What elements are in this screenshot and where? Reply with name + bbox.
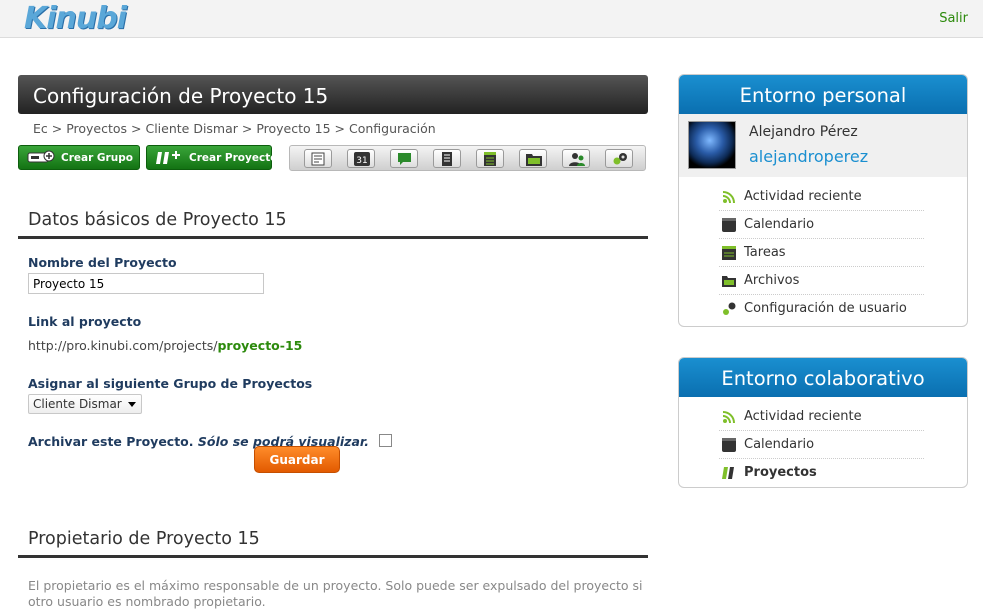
breadcrumb[interactable]: Ec > Proyectos > Cliente Dismar > Proyec… — [33, 121, 648, 141]
folder-icon — [722, 276, 736, 287]
avatar[interactable] — [688, 121, 736, 169]
collab-item-label: Proyectos — [744, 465, 817, 480]
calendar-icon — [722, 218, 736, 232]
project-name-input[interactable]: Proyecto 15 — [28, 273, 264, 294]
messages-icon[interactable] — [390, 149, 418, 168]
archive-label: Archivar este Proyecto. — [28, 434, 194, 449]
create-project-label: Crear Proyecto — [189, 152, 278, 164]
top-bar: Kinubi Salir — [0, 0, 983, 38]
toolbar: Crear Grupo Crear Proyecto 31 — [18, 145, 648, 171]
project-link-slug: proyecto-15 — [217, 338, 303, 353]
settings-icon — [723, 302, 736, 315]
basic-data-section: Datos básicos de Proyecto 15 Nombre del … — [18, 210, 648, 473]
collab-item-activity[interactable]: Actividad reciente — [719, 403, 924, 431]
users-icon[interactable] — [562, 149, 590, 168]
collab-panel-title: Entorno colaborativo — [679, 358, 967, 397]
project-link-prefix: http://pro.kinubi.com/projects/ — [28, 338, 218, 353]
page-title: Configuración de Proyecto 15 — [18, 75, 648, 114]
personal-item-calendar[interactable]: Calendario — [719, 211, 924, 239]
projects-plus-icon — [156, 151, 180, 164]
basic-data-heading: Datos básicos de Proyecto 15 — [18, 210, 648, 239]
personal-panel: Entorno personal Alejandro Pérez alejand… — [678, 74, 968, 327]
create-group-button[interactable]: Crear Grupo — [18, 145, 140, 170]
calendar-icon[interactable]: 31 — [347, 149, 375, 168]
username-link[interactable]: alejandroperez — [749, 147, 868, 166]
user-profile: Alejandro Pérez alejandroperez — [679, 114, 967, 177]
create-project-button[interactable]: Crear Proyecto — [146, 145, 277, 170]
personal-item-activity[interactable]: Actividad reciente — [719, 183, 924, 211]
kinubi-logo[interactable]: Kinubi — [24, 1, 127, 36]
overview-icon[interactable] — [304, 149, 332, 168]
project-group-label: Asignar al siguiente Grupo de Proyectos — [28, 376, 313, 391]
key-plus-icon — [27, 150, 55, 163]
create-group-label: Crear Grupo — [61, 152, 133, 164]
personal-item-label: Calendario — [744, 217, 815, 232]
personal-item-tasks[interactable]: Tareas — [719, 239, 924, 267]
files-icon[interactable] — [519, 149, 547, 168]
personal-item-label: Actividad reciente — [744, 189, 862, 204]
chevron-down-icon — [128, 402, 136, 407]
tasks-icon[interactable] — [476, 149, 504, 168]
project-group-selected: Cliente Dismar — [33, 397, 122, 411]
calendar-icon — [722, 438, 736, 452]
project-group-select[interactable]: Cliente Dismar — [28, 394, 142, 414]
calendar-day: 31 — [356, 156, 367, 166]
notes-icon[interactable] — [433, 149, 461, 168]
collab-item-label: Actividad reciente — [744, 409, 862, 424]
project-link-label: Link al proyecto — [28, 314, 142, 329]
main-content: Configuración de Proyecto 15 Ec > Proyec… — [18, 75, 648, 609]
owner-heading: Propietario de Proyecto 15 — [18, 529, 648, 558]
tasks-icon — [722, 246, 736, 260]
collab-panel: Entorno colaborativo Actividad reciente … — [678, 357, 968, 488]
collab-item-projects[interactable]: Proyectos — [719, 459, 924, 487]
personal-item-settings[interactable]: Configuración de usuario — [719, 295, 924, 323]
personal-item-label: Tareas — [744, 245, 786, 260]
personal-item-files[interactable]: Archivos — [719, 267, 924, 295]
section-icon-bar: 31 — [289, 145, 646, 171]
project-link: http://pro.kinubi.com/projects/proyecto-… — [28, 338, 648, 353]
save-button[interactable]: Guardar — [254, 446, 340, 473]
personal-panel-title: Entorno personal — [679, 75, 967, 114]
settings-icon[interactable] — [605, 149, 633, 168]
project-name-label: Nombre del Proyecto — [28, 255, 177, 270]
logout-link[interactable]: Salir — [939, 11, 968, 26]
owner-description: El propietario es el máximo responsable … — [28, 578, 643, 609]
personal-item-label: Configuración de usuario — [744, 301, 907, 316]
archive-checkbox[interactable] — [379, 434, 393, 447]
user-full-name: Alejandro Pérez — [749, 124, 858, 140]
projects-icon — [722, 467, 734, 479]
collab-item-calendar[interactable]: Calendario — [719, 431, 924, 459]
owner-section: Propietario de Proyecto 15 El propietari… — [18, 529, 648, 610]
collab-menu: Actividad reciente Calendario Proyectos — [679, 403, 967, 487]
collab-item-label: Calendario — [744, 437, 815, 452]
personal-item-label: Archivos — [744, 273, 800, 288]
rss-icon — [722, 191, 735, 204]
rss-icon — [722, 411, 735, 424]
personal-menu: Actividad reciente Calendario Tareas Arc… — [679, 183, 967, 323]
